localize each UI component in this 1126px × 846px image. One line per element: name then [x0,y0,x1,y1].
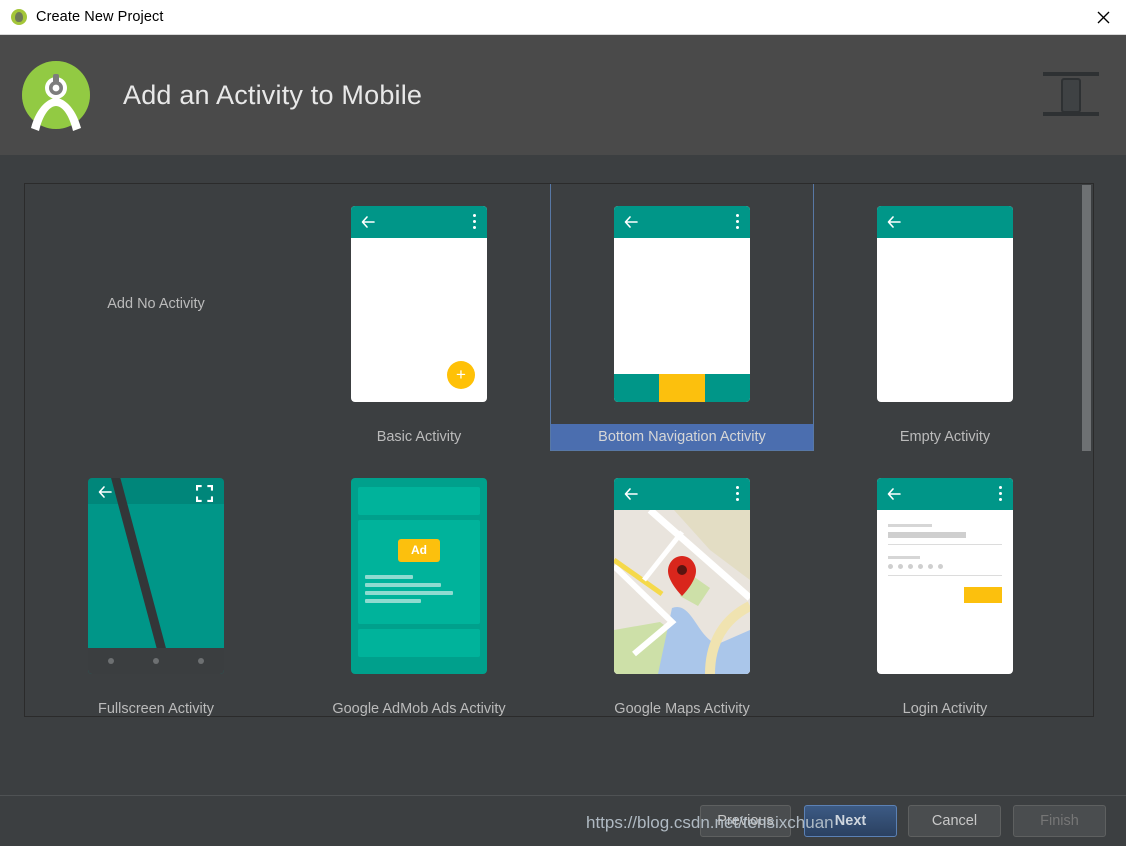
template-label: Fullscreen Activity [97,701,215,717]
back-arrow-icon [624,216,638,228]
template-label: Bottom Navigation Activity [551,424,813,450]
template-card-basic-activity[interactable]: + Basic Activity [288,184,550,450]
close-icon[interactable] [1080,0,1126,34]
ad-badge: Ad [398,539,440,562]
template-label: Basic Activity [376,429,462,445]
login-form-preview [877,510,1013,617]
add-no-activity-text: Add No Activity [107,296,205,312]
dialog-header: Add an Activity to Mobile [0,35,1126,155]
text-line [365,575,413,579]
text-line [365,591,453,595]
admob-bottom-band [358,629,480,657]
window-titlebar: Create New Project [0,0,1126,35]
template-label: Google AdMob Ads Activity [332,701,506,717]
template-thumbnail-login [814,456,1076,696]
window-title: Create New Project [36,9,164,25]
template-thumbnail-empty [814,184,1076,424]
bottom-nav-item [704,374,750,402]
bottom-nav-item-active [659,374,705,402]
page-dot [198,658,205,664]
template-card-fullscreen-activity[interactable]: Fullscreen Activity [25,456,287,717]
template-label: Empty Activity [899,429,991,445]
floating-action-button-icon: + [447,361,475,389]
template-label: Google Maps Activity [614,701,750,717]
back-arrow-icon [887,216,901,228]
text-line [365,599,421,603]
template-thumbnail-fullscreen [25,456,287,696]
back-arrow-icon [887,488,901,500]
activity-template-gallery[interactable]: Add No Activity + Basic Activity Bottom … [24,183,1094,717]
template-card-google-admob-ads-activity[interactable]: Ad Google AdMob Ads Activity [288,456,550,717]
field-underline [888,575,1002,576]
cancel-button[interactable]: Cancel [908,805,1001,837]
dialog-footer: Previous Next Cancel Finish [0,796,1126,846]
bottom-navigation-bar [614,374,750,402]
template-thumbnail-maps [551,456,813,696]
phone-mockup: Ad [351,478,487,674]
gallery-scrollbar-thumb[interactable] [1082,185,1091,451]
template-card-add-no-activity[interactable]: Add No Activity [25,184,287,450]
template-thumbnail-bottomnav [551,184,813,424]
password-field-label [888,556,920,559]
back-arrow-icon [98,486,112,498]
app-bar [877,206,1013,238]
phone-mockup: + [351,206,487,402]
overflow-menu-icon [999,486,1003,502]
template-label [25,424,287,450]
template-card-bottom-navigation-activity[interactable]: Bottom Navigation Activity [550,184,814,451]
map-preview [614,510,750,674]
admob-content-card: Ad [358,520,480,624]
finish-button: Finish [1013,805,1106,837]
field-underline [888,544,1002,545]
template-thumbnail-admob: Ad [288,456,550,696]
phone-mockup [877,478,1013,674]
back-arrow-icon [624,488,638,500]
next-button[interactable]: Next [804,805,897,837]
app-bar [351,206,487,238]
sign-in-button-shape [964,587,1002,603]
template-thumbnail-none: Add No Activity [25,184,287,424]
page-title: Add an Activity to Mobile [123,79,423,110]
template-thumbnail-basic: + [288,184,550,424]
email-field-value [888,532,966,538]
phone-mockup [614,206,750,402]
template-card-login-activity[interactable]: Login Activity [814,456,1076,717]
phone-mockup [88,478,224,674]
template-label: Login Activity [902,701,988,717]
email-field-label [888,524,932,527]
app-bar [614,206,750,238]
android-studio-logo [17,56,95,134]
page-indicator-bar [88,648,224,674]
overflow-menu-icon [736,214,740,230]
page-dot [107,658,114,664]
app-bar [877,478,1013,510]
phone-mockup [877,206,1013,402]
overflow-menu-icon [736,486,740,502]
page-dot [152,658,159,664]
mobile-device-icon [1041,66,1101,124]
app-bar [614,478,750,510]
password-dots [888,564,1002,569]
template-card-empty-activity[interactable]: Empty Activity [814,184,1076,450]
create-new-project-dialog: Create New Project Add an Activity to Mo… [0,0,1126,846]
template-card-google-maps-activity[interactable]: Google Maps Activity [551,456,813,717]
phone-mockup [614,478,750,674]
overflow-menu-icon [473,214,477,230]
back-arrow-icon [361,216,375,228]
admob-top-band [358,487,480,515]
bottom-nav-item [614,374,660,402]
diagonal-stripe [108,478,178,674]
gallery-scrollbar[interactable] [1080,184,1093,716]
android-icon [11,9,27,25]
dialog-body: Add No Activity + Basic Activity Bottom … [0,155,1126,795]
text-line [365,583,441,587]
previous-button[interactable]: Previous [700,805,791,837]
fullscreen-expand-icon [196,485,213,502]
